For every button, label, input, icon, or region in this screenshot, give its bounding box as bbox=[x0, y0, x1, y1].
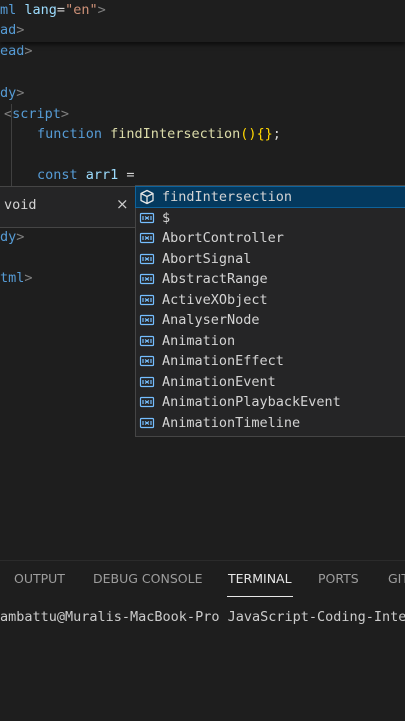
parameter-hint-widget: void × bbox=[0, 186, 136, 228]
suggestion-item[interactable]: AnimationTimeline bbox=[136, 413, 405, 433]
variable-icon bbox=[139, 210, 155, 226]
suggestion-item[interactable]: AnimationEffect bbox=[136, 351, 405, 371]
suggestion-label: AnimationEvent bbox=[162, 373, 276, 390]
code-line: dy> bbox=[0, 85, 25, 101]
variable-icon bbox=[139, 353, 155, 369]
suggestion-item[interactable]: $ bbox=[136, 208, 405, 228]
variable-icon bbox=[139, 292, 155, 308]
suggestion-item[interactable]: ActiveXObject bbox=[136, 290, 405, 310]
variable-icon bbox=[139, 374, 155, 390]
variable-icon bbox=[139, 312, 155, 328]
code-line: dy> bbox=[0, 229, 25, 245]
suggestion-label: AbstractRange bbox=[162, 271, 268, 287]
tab-output[interactable]: OUTPUT bbox=[14, 571, 65, 586]
code-line: function findIntersection(){}; bbox=[37, 126, 281, 142]
code-line: const arr1 = bbox=[37, 167, 135, 183]
suggestion-item[interactable]: AnimationPlaybackEvent bbox=[136, 392, 405, 412]
hint-text: void bbox=[4, 197, 37, 213]
suggestion-label: $ bbox=[162, 209, 171, 226]
indent-guide bbox=[11, 104, 12, 196]
code-editor[interactable]: ml lang="en"> ad> ead> dy> <script> func… bbox=[0, 0, 405, 560]
tab-terminal[interactable]: TERMINAL bbox=[228, 571, 292, 586]
suggestion-item[interactable]: findIntersection bbox=[135, 186, 405, 208]
suggestion-item[interactable]: AbortSignal bbox=[136, 249, 405, 269]
code-line: ead> bbox=[0, 43, 33, 59]
suggestion-label: AnimationPlaybackEvent bbox=[162, 394, 341, 410]
code-line: ad> bbox=[0, 22, 25, 38]
suggestion-label: AbortSignal bbox=[162, 250, 252, 267]
code-line: ml lang="en"> bbox=[0, 2, 106, 18]
code-line: tml> bbox=[0, 270, 33, 286]
close-icon[interactable]: × bbox=[116, 195, 129, 213]
suggestion-item[interactable]: AnimationEvent bbox=[136, 372, 405, 392]
suggestion-label: AbortController bbox=[162, 230, 284, 246]
variable-icon bbox=[139, 394, 155, 410]
suggestion-label: AnimationTimeline bbox=[162, 414, 301, 431]
bottom-panel: OUTPUT DEBUG CONSOLE TERMINAL PORTS GIT … bbox=[0, 560, 405, 721]
tab-git[interactable]: GIT bbox=[388, 571, 405, 586]
suggestion-label: AnimationEffect bbox=[162, 353, 284, 369]
suggestion-label: ActiveXObject bbox=[162, 291, 268, 308]
variable-icon bbox=[139, 333, 155, 349]
tab-debug-console[interactable]: DEBUG CONSOLE bbox=[93, 571, 202, 586]
sticky-scroll-header: ml lang="en"> ad> bbox=[0, 0, 405, 42]
suggestion-label: AnalyserNode bbox=[162, 312, 260, 328]
terminal-prompt[interactable]: ambattu@Muralis-MacBook-Pro JavaScript-C… bbox=[0, 609, 405, 625]
suggestion-label: Animation bbox=[162, 332, 236, 349]
variable-icon bbox=[139, 415, 155, 431]
active-tab-indicator bbox=[227, 596, 293, 597]
suggestion-item[interactable]: AnalyserNode bbox=[136, 310, 405, 330]
code-line: <script> bbox=[4, 106, 70, 122]
cube-icon bbox=[139, 189, 155, 205]
suggestion-label: findIntersection bbox=[162, 189, 293, 205]
variable-icon bbox=[139, 230, 155, 246]
suggestion-widget[interactable]: findIntersection $ AbortController AbortSig… bbox=[135, 185, 405, 437]
suggestion-item[interactable]: AbortController bbox=[136, 228, 405, 248]
tab-ports[interactable]: PORTS bbox=[318, 571, 359, 586]
variable-icon bbox=[139, 251, 155, 267]
suggestion-item[interactable]: AbstractRange bbox=[136, 269, 405, 289]
suggestion-item[interactable]: Animation bbox=[136, 331, 405, 351]
variable-icon bbox=[139, 271, 155, 287]
